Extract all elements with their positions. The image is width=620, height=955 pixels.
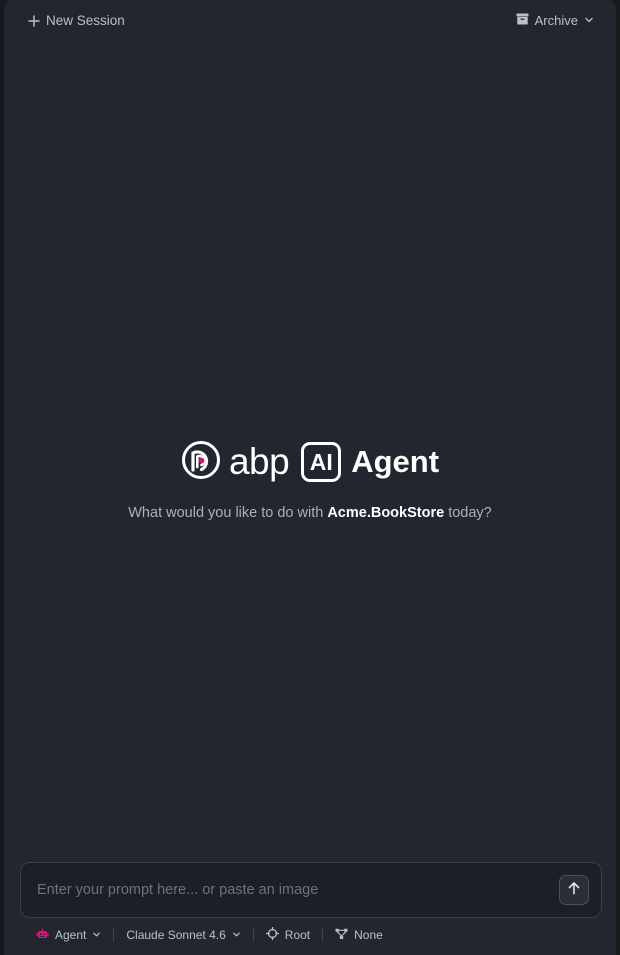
abp-wordmark: abp	[228, 441, 290, 482]
toolbar-divider	[113, 928, 115, 942]
archive-box-icon	[516, 13, 529, 28]
chevron-down-icon	[92, 928, 101, 942]
model-selector[interactable]: Claude Sonnet 4.6	[124, 928, 242, 942]
abp-logo-icon	[181, 440, 221, 485]
scope-selector[interactable]: Root	[264, 926, 312, 943]
new-session-label: New Session	[46, 13, 125, 28]
toolbar-divider	[252, 928, 254, 942]
composer-toolbar: Agent Claude Sonnet 4.6 Root None	[34, 926, 385, 944]
prompt-input[interactable]	[37, 863, 537, 917]
toolbar-divider	[322, 928, 324, 942]
new-session-button[interactable]: New Session	[28, 13, 125, 28]
send-button[interactable]	[559, 875, 589, 905]
welcome-hero: abp AI Agent What would you like to do w…	[4, 440, 616, 521]
arrow-up-icon	[567, 881, 581, 900]
abp-ai-agent-logo: abp AI Agent	[181, 440, 439, 484]
mode-label: Agent	[55, 928, 87, 942]
subtitle-prefix: What would you like to do with	[128, 504, 324, 521]
welcome-subtitle: What would you like to do with Acme.Book…	[4, 505, 616, 521]
scope-label: Root	[284, 928, 311, 942]
context-selector[interactable]: None	[333, 928, 385, 943]
network-icon	[335, 928, 348, 943]
chevron-down-icon	[232, 928, 241, 942]
model-label: Claude Sonnet 4.6	[126, 928, 226, 942]
mode-selector[interactable]: Agent	[34, 928, 103, 943]
context-label: None	[354, 928, 383, 942]
project-name: Acme.BookStore	[327, 504, 445, 521]
top-bar: New Session Archive	[4, 0, 616, 44]
archive-label: Archive	[534, 13, 578, 28]
crosshair-icon	[265, 926, 279, 943]
ai-badge: AI	[301, 442, 342, 482]
chat-panel: New Session Archive abp AI Agent What wo…	[4, 0, 616, 955]
plus-icon	[28, 14, 40, 27]
chevron-down-icon	[584, 13, 594, 28]
prompt-composer	[20, 862, 602, 918]
robot-icon	[36, 928, 49, 943]
agent-wordmark: Agent	[351, 444, 440, 479]
subtitle-suffix: today?	[448, 504, 492, 521]
archive-button[interactable]: Archive	[516, 13, 594, 28]
